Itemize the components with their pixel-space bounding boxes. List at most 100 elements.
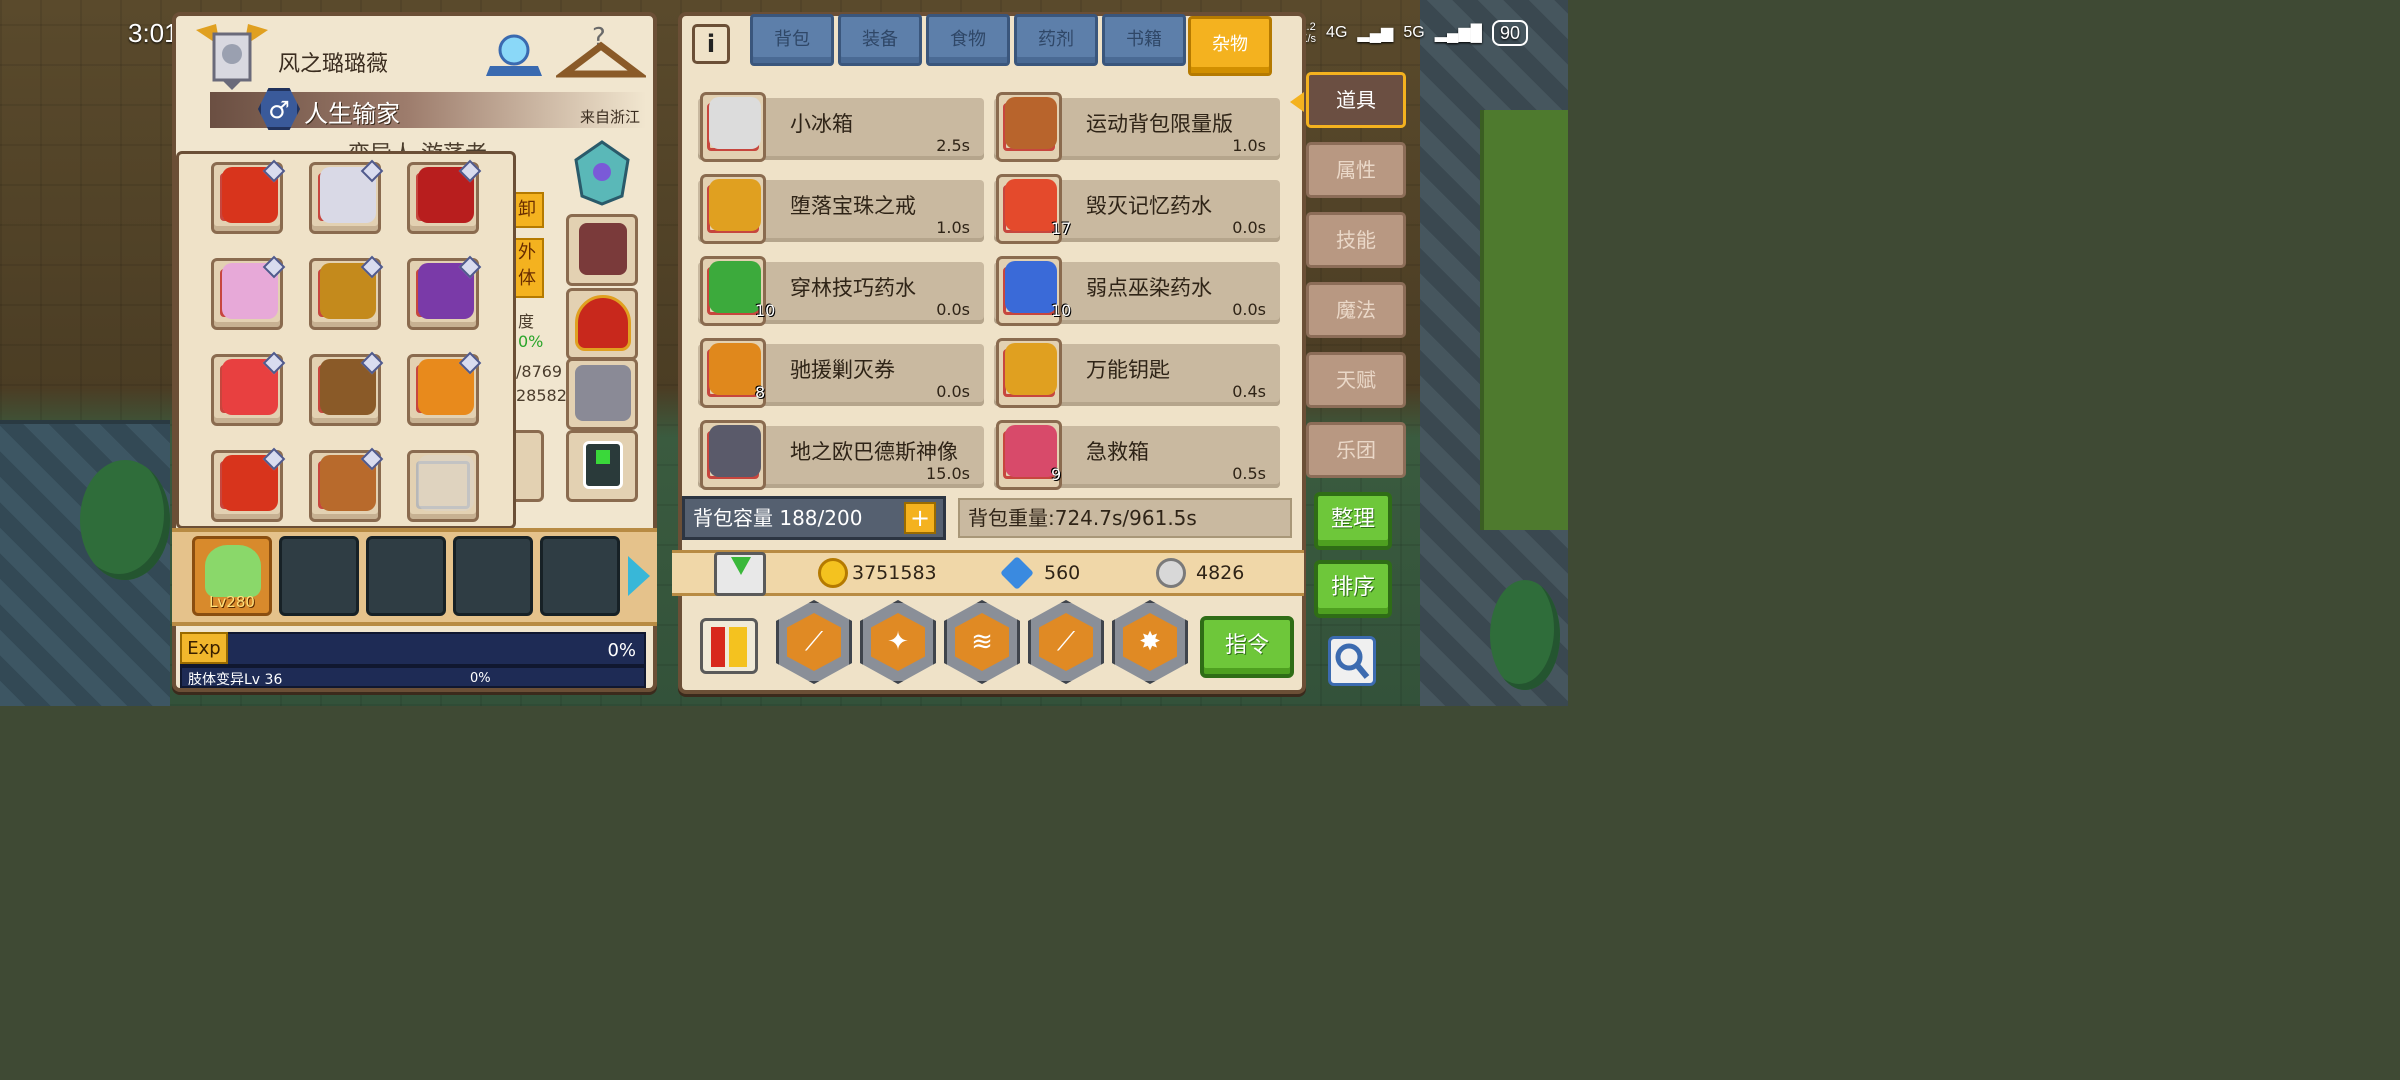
category-5[interactable]: 乐团 — [1306, 422, 1406, 478]
item-time: 15.0s — [926, 464, 970, 483]
tree — [80, 460, 170, 580]
equip-slot-device[interactable] — [566, 430, 638, 502]
statue-icon — [709, 425, 761, 477]
item-quantity: 17 — [1051, 219, 1072, 238]
category-3[interactable]: 魔法 — [1306, 282, 1406, 338]
accessory-slot[interactable] — [211, 255, 286, 330]
info-button[interactable]: i — [692, 24, 730, 64]
item-quantity: 8 — [755, 383, 766, 402]
equip-slot-glove[interactable] — [566, 214, 638, 286]
inventory-item[interactable]: 10 穿林技巧药水 0.0s — [698, 256, 984, 326]
stat-percent: 0% — [518, 332, 544, 351]
potion-blue-icon — [1005, 261, 1057, 313]
item-name: 地之欧巴德斯神像 — [790, 440, 958, 464]
strike-icon: ⟋ — [1056, 627, 1076, 657]
item-time: 0.0s — [1232, 218, 1266, 237]
inventory-item[interactable]: 9 急救箱 0.5s — [994, 420, 1280, 490]
device-icon — [583, 441, 623, 489]
gold-amount: 3751583 — [852, 562, 937, 584]
equip-slot-weapon[interactable] — [566, 358, 638, 430]
backpack-icon — [1005, 97, 1057, 149]
inventory-item[interactable]: 17 毁灭记忆药水 0.0s — [994, 174, 1280, 244]
bag-weight: 背包重量:724.7s/961.5s — [958, 498, 1292, 538]
empty-slot — [418, 455, 474, 511]
accessory-slot[interactable] — [407, 351, 482, 426]
silver-amount: 4826 — [1196, 562, 1245, 584]
hanger-icon[interactable]: ? — [556, 20, 646, 86]
accessory-slot[interactable] — [211, 447, 286, 522]
command-button[interactable]: 指令 — [1200, 616, 1294, 678]
deposit-icon[interactable] — [714, 552, 766, 596]
exp-bar: 0% — [180, 632, 646, 666]
item-icon-frame: 10 — [996, 256, 1071, 326]
character-class: 变异人 游荡者 — [348, 136, 487, 152]
accessory-slot[interactable] — [407, 159, 482, 234]
inventory-item[interactable]: 10 弱点巫染药水 0.0s — [994, 256, 1280, 326]
tab-3[interactable]: 药剂 — [1014, 14, 1098, 66]
category-0[interactable]: 道具 — [1306, 72, 1406, 128]
party-empty-slot[interactable] — [540, 536, 620, 616]
item-time: 0.5s — [1232, 464, 1266, 483]
skill-progress-bar: 肢体变异Lv 36 0% — [180, 666, 646, 688]
exp-label: Exp — [180, 632, 228, 664]
party-member-slot[interactable]: Lv280 — [192, 536, 272, 616]
amulet-icon[interactable] — [570, 138, 634, 208]
exp-percent: 0% — [607, 640, 636, 661]
item-icon-frame: 10 — [700, 256, 775, 326]
accessory-slot[interactable] — [309, 255, 384, 330]
key-icon — [1005, 343, 1057, 395]
accessory-slot[interactable] — [407, 255, 482, 330]
equip-slot-armor[interactable] — [566, 288, 638, 360]
tab-5[interactable]: 杂物 — [1188, 16, 1272, 76]
crystal-altar-icon[interactable] — [482, 22, 546, 82]
accessory-slot[interactable] — [309, 351, 384, 426]
accessory-grid — [176, 151, 516, 529]
expand-capacity-button[interactable]: + — [904, 502, 936, 534]
party-empty-slot[interactable] — [366, 536, 446, 616]
item-quantity: 9 — [1051, 465, 1062, 484]
category-1[interactable]: 属性 — [1306, 142, 1406, 198]
character-origin: 来自浙江 — [580, 108, 641, 126]
inventory-item[interactable]: 运动背包限量版 1.0s — [994, 92, 1280, 162]
party-next-arrow-icon[interactable] — [628, 556, 650, 596]
cannon-icon — [575, 365, 631, 421]
item-icon-frame — [700, 420, 766, 490]
accessory-slot[interactable] — [211, 159, 286, 234]
search-icon — [1335, 643, 1370, 679]
organize-button[interactable]: 整理 — [1314, 492, 1392, 550]
category-4[interactable]: 天赋 — [1306, 352, 1406, 408]
party-empty-slot[interactable] — [453, 536, 533, 616]
category-2[interactable]: 技能 — [1306, 212, 1406, 268]
inventory-item[interactable]: 地之欧巴德斯神像 15.0s — [698, 420, 984, 490]
tab-1[interactable]: 装备 — [838, 14, 922, 66]
item-icon-frame — [700, 92, 766, 162]
search-button[interactable] — [1328, 636, 1376, 686]
accessory-slot[interactable] — [407, 450, 479, 522]
inventory-item[interactable]: 8 驰援剿灭券 0.0s — [698, 338, 984, 408]
potion-red-icon — [1005, 179, 1057, 231]
inventory-item[interactable]: 万能钥匙 0.4s — [994, 338, 1280, 408]
inventory-item[interactable]: 小冰箱 2.5s — [698, 92, 984, 162]
item-name: 穿林技巧药水 — [790, 276, 916, 300]
item-name: 万能钥匙 — [1086, 358, 1170, 382]
tab-0[interactable]: 背包 — [750, 14, 834, 66]
skill-set-toggle[interactable] — [700, 618, 758, 674]
sort-button[interactable]: 排序 — [1314, 560, 1392, 618]
inventory-item[interactable]: 堕落宝珠之戒 1.0s — [698, 174, 984, 244]
tab-2[interactable]: 食物 — [926, 14, 1010, 66]
silver-coin-icon — [1156, 558, 1186, 588]
accessory-slot[interactable] — [309, 159, 384, 234]
party-empty-slot[interactable] — [279, 536, 359, 616]
slash-icon: ⟋ — [804, 627, 824, 657]
accessory-slot[interactable] — [309, 447, 384, 522]
category-pointer-icon — [1290, 92, 1304, 112]
item-name: 毁灭记忆药水 — [1086, 194, 1212, 218]
tab-4[interactable]: 书籍 — [1102, 14, 1186, 66]
item-icon-frame — [996, 92, 1062, 162]
network-4g-label: 4G — [1326, 24, 1348, 41]
item-name: 小冰箱 — [790, 112, 853, 136]
fridge-icon — [709, 97, 761, 149]
tree — [1490, 580, 1560, 690]
item-time: 1.0s — [936, 218, 970, 237]
accessory-slot[interactable] — [211, 351, 286, 426]
